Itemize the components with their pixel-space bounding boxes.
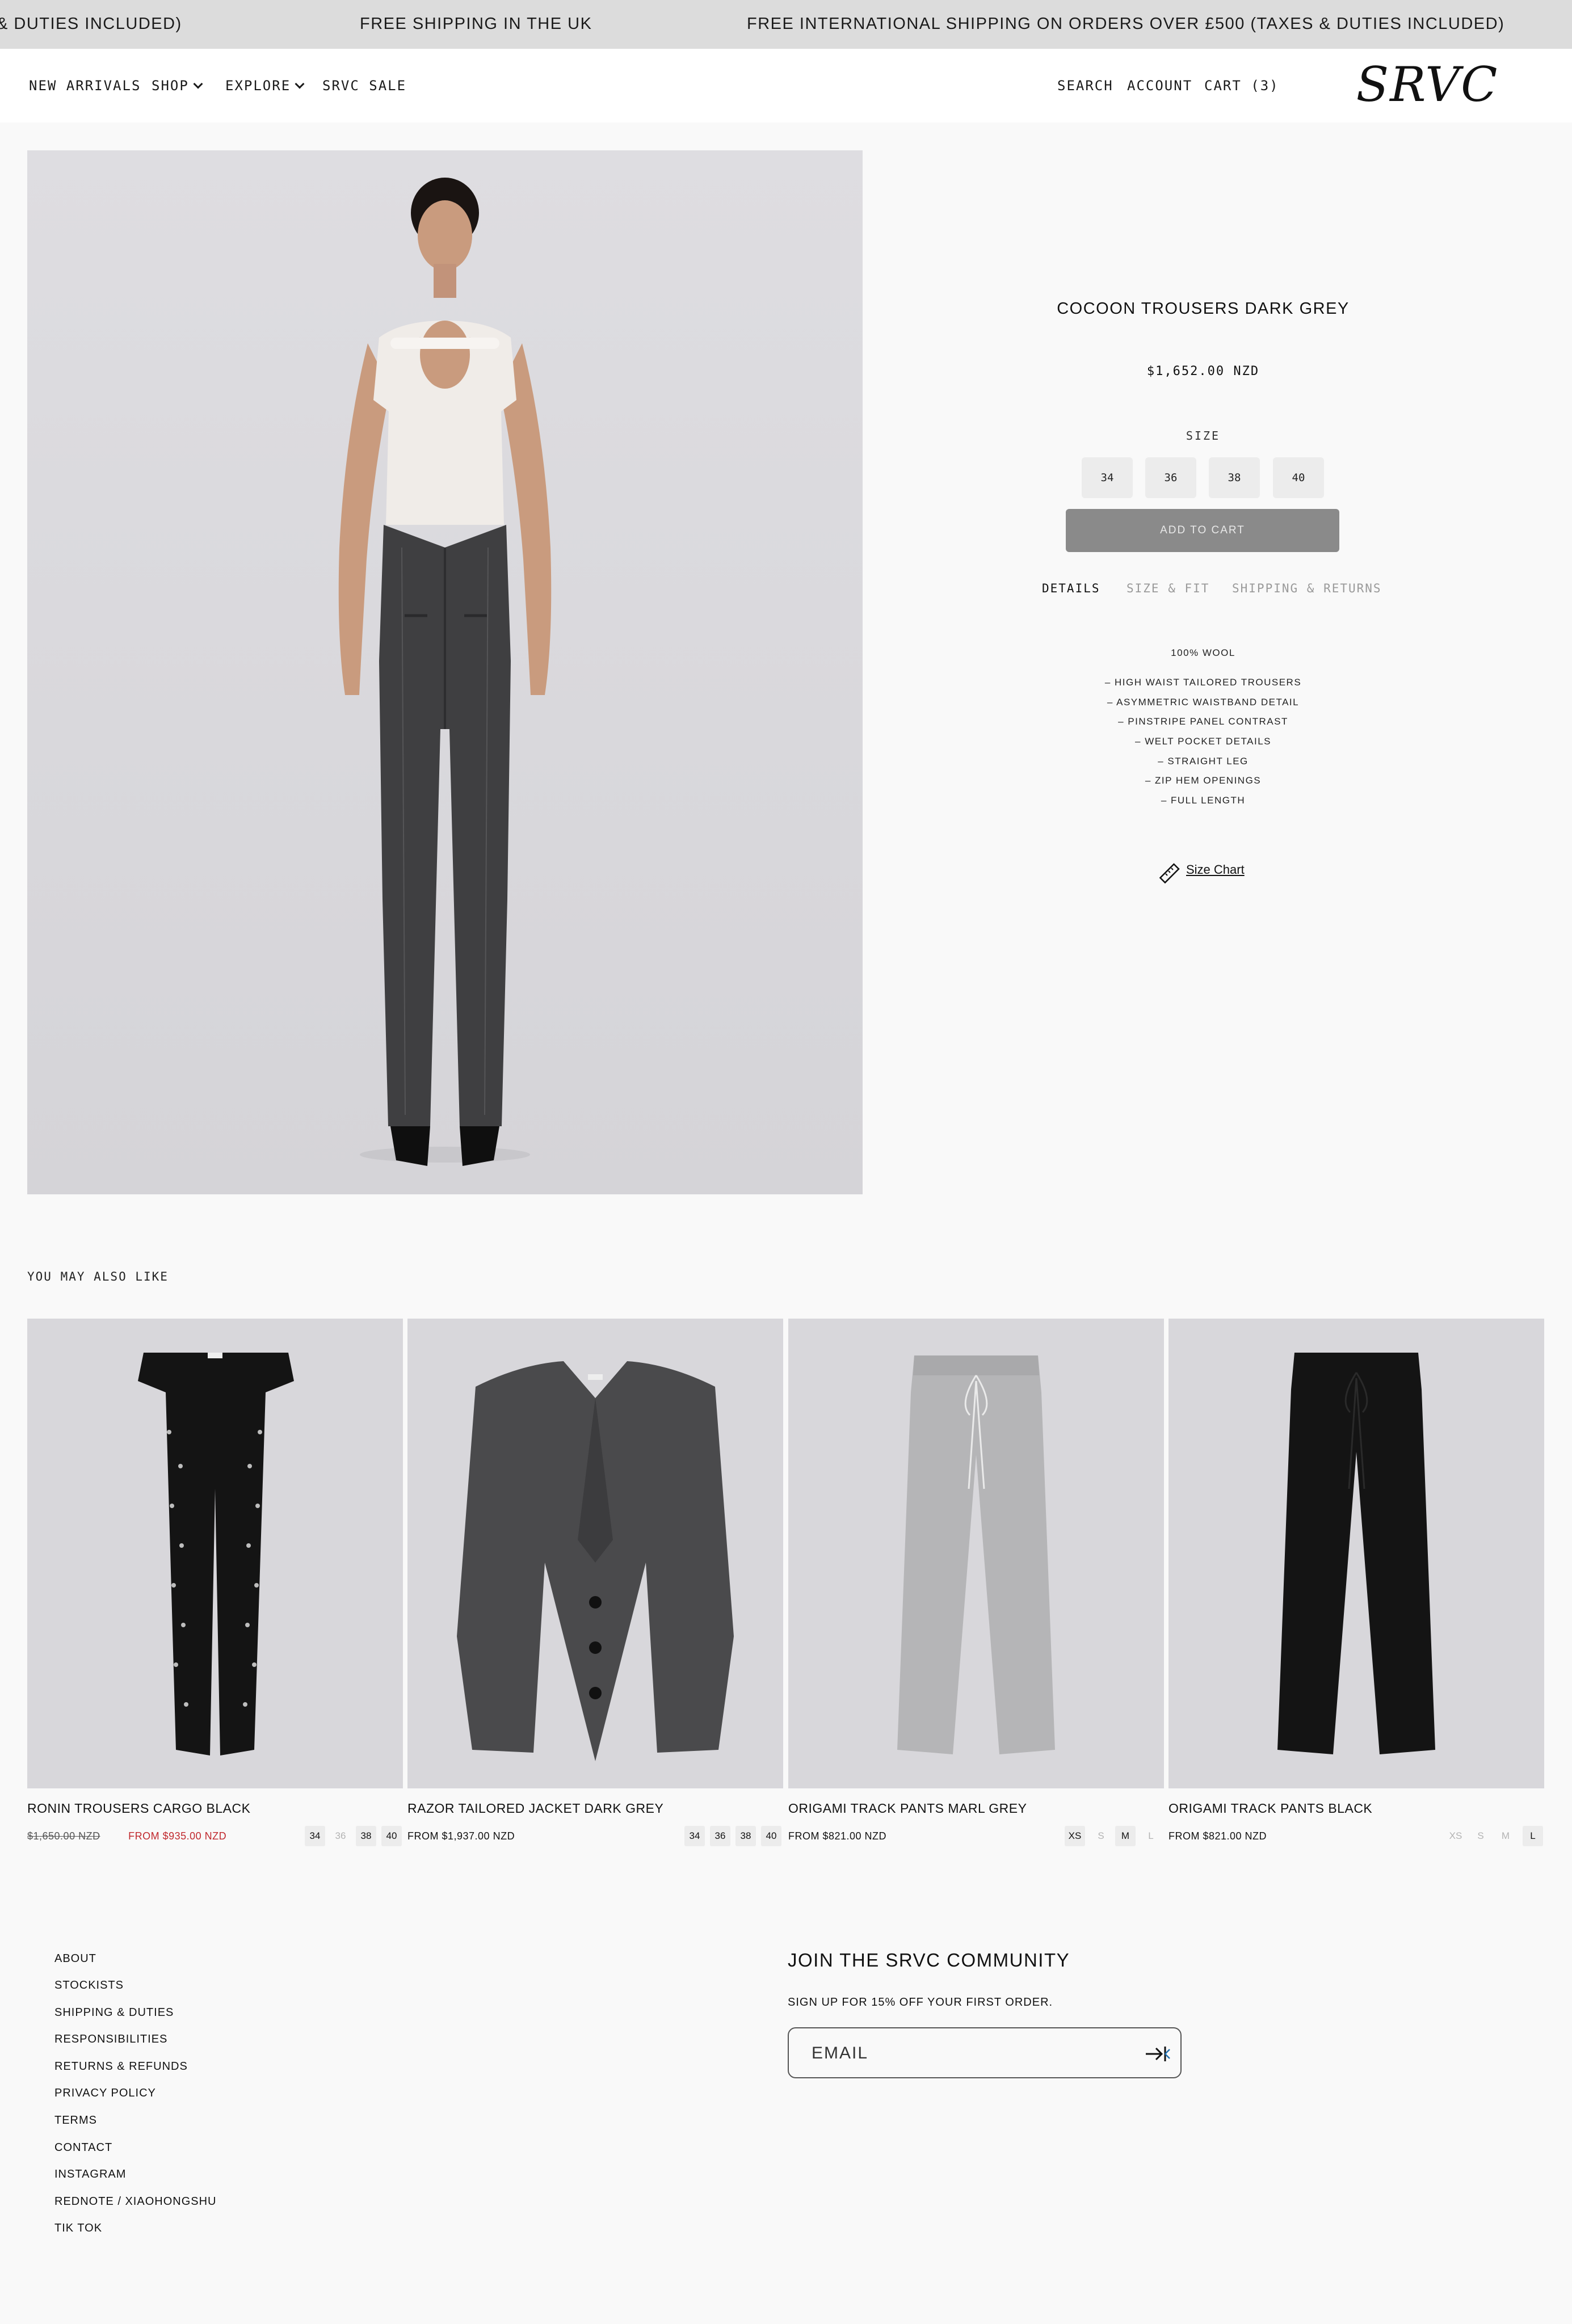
size-chip[interactable]: 34 bbox=[684, 1826, 705, 1846]
size-chip[interactable]: L bbox=[1141, 1826, 1161, 1846]
nav-shop-label: SHOP bbox=[152, 78, 189, 94]
size-chip[interactable]: 40 bbox=[761, 1826, 781, 1846]
footer-link-tiktok[interactable]: TIK TOK bbox=[54, 2222, 102, 2235]
origami-marl-photo bbox=[788, 1319, 1164, 1788]
product-title: COCOON TROUSERS DARK GREY bbox=[1057, 300, 1350, 318]
announcement-text: & DUTIES INCLUDED) bbox=[0, 15, 182, 33]
ronin-trousers-photo bbox=[27, 1319, 403, 1788]
model-photo bbox=[27, 150, 863, 1194]
nav-shop[interactable]: SHOP bbox=[152, 78, 203, 94]
size-chip[interactable]: 36 bbox=[330, 1826, 351, 1846]
size-chip[interactable]: M bbox=[1115, 1826, 1136, 1846]
size-chip[interactable]: S bbox=[1470, 1826, 1491, 1846]
tab-shipping-returns[interactable]: SHIPPING & RETURNS bbox=[1232, 582, 1382, 595]
size-chip[interactable]: 38 bbox=[735, 1826, 756, 1846]
account-link[interactable]: ACCOUNT bbox=[1127, 78, 1192, 94]
size-chip[interactable]: XS bbox=[1445, 1826, 1466, 1846]
size-option-38[interactable]: 38 bbox=[1209, 457, 1260, 498]
ruler-icon bbox=[1159, 863, 1180, 884]
footer-link-privacy-policy[interactable]: PRIVACY POLICY bbox=[54, 2087, 156, 2100]
product-card-image[interactable] bbox=[407, 1319, 783, 1788]
announcement-text: FREE INTERNATIONAL SHIPPING ON ORDERS OV… bbox=[747, 15, 1505, 33]
size-chip[interactable]: XS bbox=[1065, 1826, 1085, 1846]
srvc-logo[interactable]: SRVC bbox=[1317, 62, 1538, 108]
compare-at-price: $1,650.00 NZD bbox=[27, 1830, 100, 1842]
footer-link-instagram[interactable]: INSTAGRAM bbox=[54, 2168, 126, 2181]
product-card-name[interactable]: RAZOR TAILORED JACKET DARK GREY bbox=[407, 1801, 663, 1816]
feature-item: – PINSTRIPE PANEL CONTRAST bbox=[1118, 716, 1288, 727]
newsletter-title: JOIN THE SRVC COMMUNITY bbox=[788, 1950, 1070, 1971]
size-chip[interactable]: M bbox=[1495, 1826, 1516, 1846]
razor-jacket-photo bbox=[407, 1319, 783, 1788]
search-link[interactable]: SEARCH bbox=[1057, 78, 1113, 94]
announcement-text: FREE SHIPPING IN THE UK bbox=[360, 15, 592, 33]
size-option-40[interactable]: 40 bbox=[1273, 457, 1324, 498]
product-card-name[interactable]: RONIN TROUSERS CARGO BLACK bbox=[27, 1801, 250, 1816]
product-card-name[interactable]: ORIGAMI TRACK PANTS MARL GREY bbox=[788, 1801, 1027, 1816]
footer-link-terms[interactable]: TERMS bbox=[54, 2114, 97, 2127]
cart-link[interactable]: CART (3) bbox=[1204, 78, 1279, 94]
footer-link-about[interactable]: ABOUT bbox=[54, 1952, 96, 1965]
size-chip[interactable]: 40 bbox=[381, 1826, 402, 1846]
product-card-image[interactable] bbox=[788, 1319, 1164, 1788]
product-card-name[interactable]: ORIGAMI TRACK PANTS BLACK bbox=[1169, 1801, 1372, 1816]
footer-link-returns-refunds[interactable]: RETURNS & REFUNDS bbox=[54, 2060, 188, 2073]
sale-price: FROM $935.00 NZD bbox=[128, 1830, 227, 1842]
size-chip[interactable]: L bbox=[1523, 1826, 1543, 1846]
product-card-price: $1,650.00 NZD FROM $935.00 NZD bbox=[27, 1830, 226, 1842]
product-composition: 100% WOOL bbox=[1171, 647, 1235, 658]
arrow-right-icon[interactable] bbox=[1144, 2041, 1171, 2067]
size-chip[interactable]: 34 bbox=[305, 1826, 325, 1846]
footer-link-stockists[interactable]: STOCKISTS bbox=[54, 1979, 124, 1992]
add-to-cart-button[interactable]: ADD TO CART bbox=[1066, 509, 1339, 552]
footer-link-contact[interactable]: CONTACT bbox=[54, 2141, 112, 2154]
product-card-price: FROM $1,937.00 NZD bbox=[407, 1830, 515, 1842]
feature-item: – STRAIGHT LEG bbox=[1158, 756, 1249, 767]
feature-item: – HIGH WAIST TAILORED TROUSERS bbox=[1104, 677, 1302, 688]
product-card-price: FROM $821.00 NZD bbox=[1169, 1830, 1267, 1842]
email-input[interactable] bbox=[812, 2042, 1129, 2065]
logo-text: SRVC bbox=[1356, 62, 1499, 108]
recommendations-heading: YOU MAY ALSO LIKE bbox=[27, 1270, 169, 1283]
feature-item: – WELT POCKET DETAILS bbox=[1135, 736, 1271, 747]
size-option-36[interactable]: 36 bbox=[1145, 457, 1196, 498]
announcement-bar: & DUTIES INCLUDED) FREE SHIPPING IN THE … bbox=[0, 0, 1572, 49]
size-option-34[interactable]: 34 bbox=[1082, 457, 1133, 498]
chevron-down-icon bbox=[295, 79, 305, 89]
product-card-image[interactable] bbox=[1169, 1319, 1544, 1788]
footer-link-responsibilities[interactable]: RESPONSIBILITIES bbox=[54, 2033, 167, 2046]
tab-details[interactable]: DETAILS bbox=[1042, 582, 1100, 595]
product-main-image bbox=[27, 150, 863, 1194]
footer-link-rednote[interactable]: REDNOTE / XIAOHONGSHU bbox=[54, 2195, 216, 2208]
footer-link-shipping-duties[interactable]: SHIPPING & DUTIES bbox=[54, 2006, 174, 2019]
size-label: SIZE bbox=[1186, 429, 1221, 443]
size-chart-link[interactable]: Size Chart bbox=[1186, 862, 1245, 877]
product-price: $1,652.00 NZD bbox=[1146, 364, 1260, 378]
size-chip[interactable]: 38 bbox=[356, 1826, 376, 1846]
newsletter-subtitle: SIGN UP FOR 15% OFF YOUR FIRST ORDER. bbox=[788, 1996, 1053, 2009]
feature-item: – ZIP HEM OPENINGS bbox=[1145, 775, 1262, 786]
size-chip[interactable]: 36 bbox=[710, 1826, 730, 1846]
nav-explore-label: EXPLORE bbox=[225, 78, 291, 94]
feature-item: – FULL LENGTH bbox=[1161, 795, 1246, 806]
site-header: NEW ARRIVALS SHOP EXPLORE SRVC SALE SEAR… bbox=[0, 49, 1572, 123]
nav-explore[interactable]: EXPLORE bbox=[225, 78, 305, 94]
origami-black-photo bbox=[1169, 1319, 1544, 1788]
chevron-down-icon bbox=[193, 79, 203, 89]
feature-item: – ASYMMETRIC WAISTBAND DETAIL bbox=[1107, 697, 1300, 708]
tab-size-fit[interactable]: SIZE & FIT bbox=[1127, 582, 1209, 595]
nav-srvc-sale[interactable]: SRVC SALE bbox=[322, 78, 406, 94]
product-card-image[interactable] bbox=[27, 1319, 403, 1788]
nav-new-arrivals[interactable]: NEW ARRIVALS bbox=[29, 78, 141, 94]
newsletter-form bbox=[788, 2027, 1182, 2078]
product-card-price: FROM $821.00 NZD bbox=[788, 1830, 887, 1842]
size-chip[interactable]: S bbox=[1091, 1826, 1111, 1846]
